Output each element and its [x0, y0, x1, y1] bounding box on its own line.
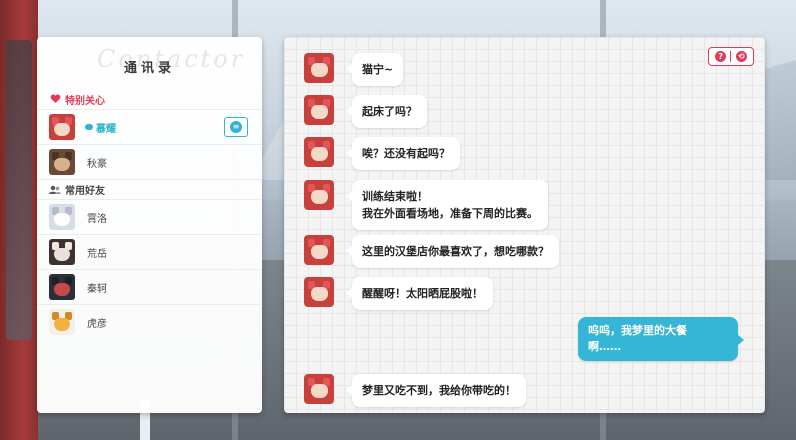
background-train — [0, 0, 38, 440]
avatar — [49, 149, 75, 175]
open-chat-button[interactable]: ≡ — [224, 117, 248, 137]
message-line: 呜呜，我梦里的大餐 — [588, 324, 687, 337]
contact-row-qinke[interactable]: 秦轲 — [37, 269, 262, 304]
message-bubble: 唉？还没有起吗？ — [346, 137, 460, 170]
sender-avatar — [304, 180, 334, 210]
message-bubble: 猫宁~ — [345, 53, 404, 86]
chat-message-outgoing: 呜呜，我梦里的大餐 啊…… — [578, 317, 744, 363]
contact-row-huangyue[interactable]: 荒岳 — [37, 234, 262, 269]
divider — [730, 51, 732, 62]
contact-row-muyao[interactable]: 慕耀 ≡ — [37, 109, 262, 144]
section-special-label: 特别关心 — [65, 95, 105, 107]
message-bubble: 梦里又吃不到，我给你带吃的！ — [346, 374, 526, 407]
back-icon[interactable]: ⟲ — [735, 51, 747, 62]
message-bubble: 醒醒呀！太阳晒屁股啦！ — [346, 277, 493, 310]
message-line: 训练结束啦！ — [362, 190, 428, 203]
sender-avatar — [304, 53, 334, 83]
message-line: 啊…… — [588, 340, 621, 353]
contact-name: 秦轲 — [87, 283, 107, 295]
contact-row-xiaoluo[interactable]: 霄洛 — [37, 199, 262, 234]
contacts-title: 通讯录 — [123, 61, 175, 76]
contact-row-huyan[interactable]: 虎彦 — [37, 304, 262, 339]
sender-avatar — [304, 374, 334, 404]
contact-name: 慕耀 — [96, 123, 116, 135]
avatar — [49, 239, 75, 265]
users-icon — [49, 184, 61, 196]
section-special: 特别关心 — [37, 89, 262, 109]
avatar — [49, 309, 75, 335]
train-window — [6, 40, 32, 340]
sender-avatar — [304, 277, 334, 307]
sender-avatar — [304, 95, 334, 125]
chat-controls: ? ⟲ — [708, 47, 754, 66]
avatar — [49, 114, 75, 140]
sender-avatar — [304, 235, 334, 265]
heart-icon — [49, 93, 61, 105]
chat-panel: ? ⟲ 猫宁~ 起床了吗？ 唉？还没有起吗？ 训练结束啦！ 我在外面看场地，准备… — [284, 37, 765, 413]
contacts-header: Contactor 通讯录 — [37, 37, 262, 89]
message-line: 我在外面看场地，准备下周的比赛。 — [362, 207, 538, 220]
contact-name: 霄洛 — [87, 213, 107, 225]
message-bubble-outgoing: 呜呜，我梦里的大餐 啊…… — [578, 317, 744, 361]
active-indicator-icon — [85, 124, 93, 130]
message-bubble: 训练结束啦！ 我在外面看场地，准备下周的比赛。 — [346, 180, 548, 230]
section-friends: 常用好友 — [37, 179, 262, 199]
chat-bubble-icon: ≡ — [230, 121, 242, 133]
avatar — [49, 274, 75, 300]
contact-name: 虎彦 — [87, 318, 107, 330]
section-friends-label: 常用好友 — [65, 186, 105, 197]
contact-name: 秋豪 — [87, 158, 107, 170]
message-bubble: 这里的汉堡店你最喜欢了，想吃哪款？ — [346, 235, 559, 268]
contacts-panel: Contactor 通讯录 特别关心 慕耀 ≡ 秋豪 常用好友 霄洛 荒岳 秦轲 — [37, 37, 262, 413]
contact-row-qiuhao[interactable]: 秋豪 — [37, 144, 262, 179]
message-bubble: 起床了吗？ — [346, 95, 427, 128]
help-icon[interactable]: ? — [715, 51, 727, 62]
contact-name: 荒岳 — [87, 248, 107, 260]
sender-avatar — [304, 137, 334, 167]
avatar — [49, 204, 75, 230]
